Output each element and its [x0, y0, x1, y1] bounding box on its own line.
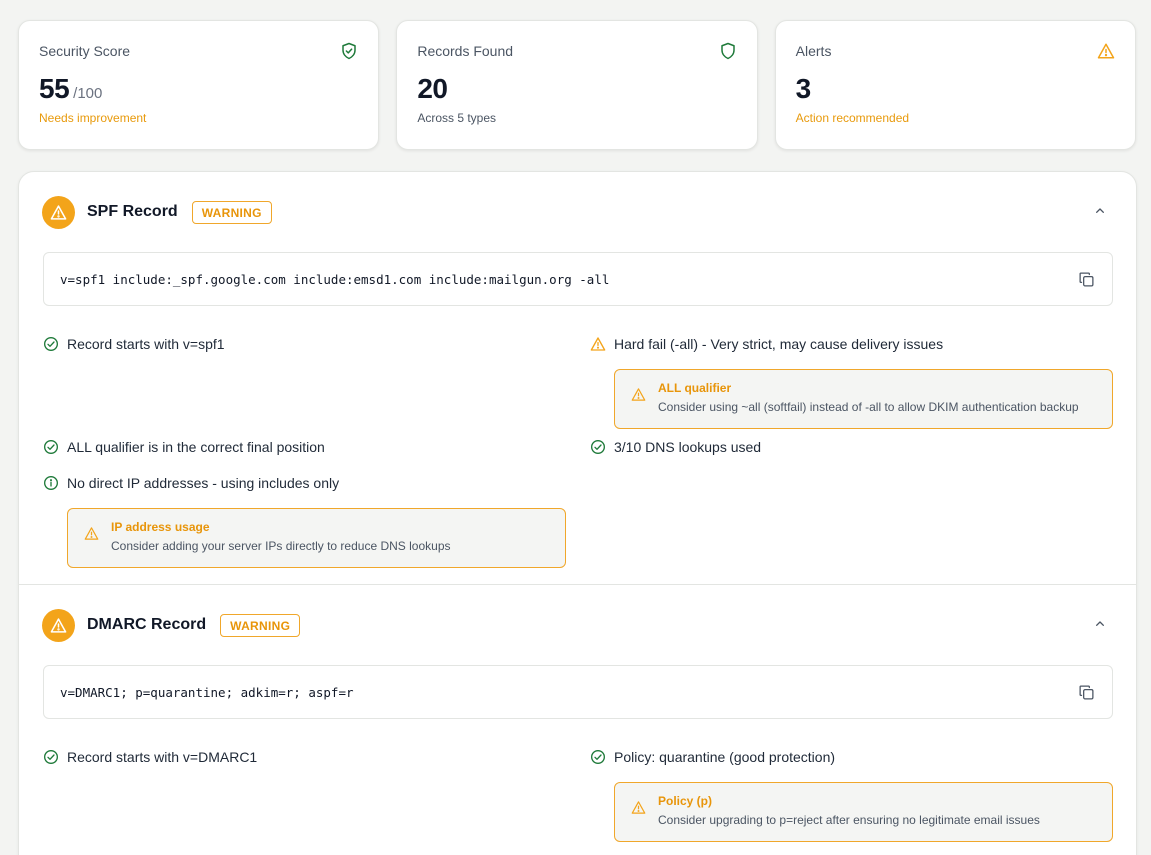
- record-value: v=DMARC1; p=quarantine; adkim=r; aspf=r: [60, 684, 354, 700]
- warning-badge-icon: [42, 195, 75, 229]
- dmarc-header[interactable]: DMARC Record WARNING: [42, 608, 301, 642]
- copy-icon[interactable]: [1078, 271, 1095, 288]
- warning-triangle-icon: [84, 527, 99, 540]
- check-text: Record starts with v=DMARC1: [67, 749, 258, 765]
- stat-value: 55: [39, 73, 70, 104]
- security-score-card: Security Score 55 /100 Needs improvement: [18, 20, 380, 150]
- chevron-up-icon[interactable]: [1092, 203, 1108, 219]
- stat-label: Alerts: [795, 43, 832, 59]
- shield-check-icon: [342, 42, 357, 60]
- warning-triangle-icon: [590, 337, 606, 351]
- warning-triangle-icon: [1097, 43, 1115, 59]
- warning-badge-icon: [42, 608, 75, 642]
- stat-subtext: Action recommended: [795, 111, 910, 125]
- dmarc-record-box: v=DMARC1; p=quarantine; adkim=r; aspf=r: [43, 665, 1113, 719]
- hint-text: Consider upgrading to p=reject after ens…: [658, 813, 1040, 827]
- hint-box: IP address usage Consider adding your se…: [67, 508, 566, 568]
- check-item: Record starts with v=DMARC1: [43, 749, 257, 765]
- check-item: Policy: quarantine (good protection): [590, 749, 835, 765]
- hint-title: ALL qualifier: [658, 381, 732, 395]
- check-item: ALL qualifier is in the correct final po…: [43, 439, 325, 455]
- check-circle-icon: [591, 750, 605, 764]
- section-divider: [19, 584, 1136, 585]
- stat-label: Records Found: [417, 43, 514, 59]
- check-text: Policy: quarantine (good protection): [614, 749, 836, 765]
- warning-triangle-icon: [631, 801, 646, 814]
- check-circle-icon: [44, 337, 58, 351]
- stat-label: Security Score: [39, 43, 131, 59]
- stat-value: 3: [795, 73, 812, 104]
- status-badge: WARNING: [220, 613, 301, 637]
- records-found-card: Records Found 20 Across 5 types: [396, 20, 758, 150]
- spf-header[interactable]: SPF Record WARNING: [42, 195, 272, 229]
- stat-subtext: Across 5 types: [417, 111, 497, 125]
- hint-text: Consider using ~all (softfail) instead o…: [658, 400, 1079, 414]
- check-circle-icon: [44, 440, 58, 454]
- shield-icon: [720, 42, 735, 60]
- check-item: 3/10 DNS lookups used: [590, 439, 761, 455]
- check-text: ALL qualifier is in the correct final po…: [67, 439, 325, 455]
- info-circle-icon: [44, 476, 58, 490]
- status-badge: WARNING: [191, 200, 272, 224]
- warning-triangle-icon: [631, 388, 646, 401]
- alerts-card: Alerts 3 Action recommended: [774, 20, 1136, 150]
- chevron-up-icon[interactable]: [1092, 616, 1108, 632]
- section-title: SPF Record: [87, 203, 178, 220]
- spf-record-box: v=spf1 include:_spf.google.com include:e…: [43, 252, 1113, 306]
- copy-icon[interactable]: [1078, 684, 1095, 701]
- check-item: Record starts with v=spf1: [43, 336, 225, 352]
- record-value: v=spf1 include:_spf.google.com include:e…: [60, 271, 610, 287]
- check-item: No direct IP addresses - using includes …: [43, 475, 339, 491]
- hint-title: IP address usage: [111, 520, 210, 534]
- check-circle-icon: [44, 750, 58, 764]
- hint-box: ALL qualifier Consider using ~all (softf…: [614, 369, 1113, 429]
- check-text: No direct IP addresses - using includes …: [67, 475, 340, 491]
- check-circle-icon: [591, 440, 605, 454]
- stat-value: 20: [417, 73, 448, 104]
- check-text: 3/10 DNS lookups used: [614, 439, 762, 455]
- section-title: DMARC Record: [87, 616, 207, 633]
- hint-title: Policy (p): [658, 794, 713, 808]
- stats-row: Security Score 55 /100 Needs improvement…: [18, 20, 1136, 150]
- check-item: Hard fail (-all) - Very strict, may caus…: [590, 336, 943, 352]
- records-panel: SPF Record WARNING v=spf1 include:_spf.g…: [18, 171, 1137, 855]
- check-text: Record starts with v=spf1: [67, 336, 225, 352]
- check-text: Hard fail (-all) - Very strict, may caus…: [614, 336, 944, 352]
- hint-text: Consider adding your server IPs directly…: [111, 539, 451, 553]
- hint-box: Policy (p) Consider upgrading to p=rejec…: [614, 782, 1113, 842]
- stat-suffix: /100: [73, 85, 103, 102]
- stat-subtext: Needs improvement: [39, 111, 147, 125]
